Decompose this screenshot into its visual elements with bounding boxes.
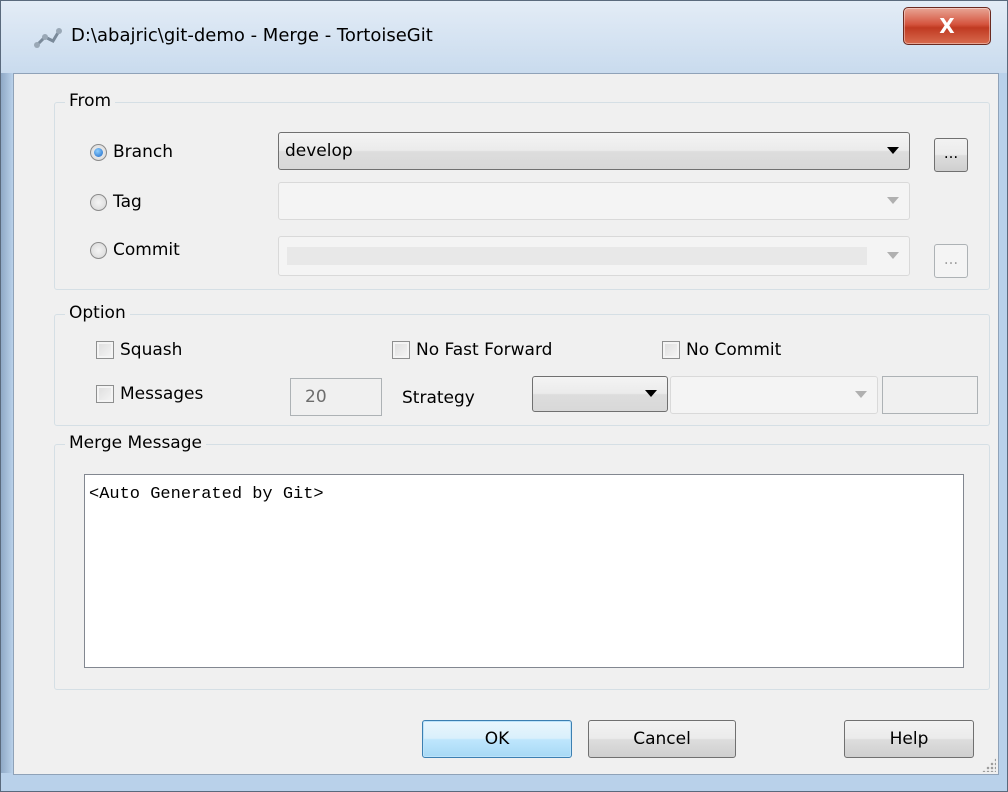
tag-combo[interactable] <box>278 182 910 220</box>
strategy-option-combo[interactable] <box>670 376 878 414</box>
chevron-down-icon <box>855 391 867 398</box>
commit-combo[interactable] <box>278 236 910 276</box>
strategy-label: Strategy <box>402 388 475 408</box>
cancel-button[interactable]: Cancel <box>588 720 736 758</box>
commit-browse-button[interactable]: ... <box>934 244 968 278</box>
branch-radio-dot[interactable] <box>90 143 107 161</box>
no-fast-forward-checkbox[interactable]: No Fast Forward <box>392 340 552 360</box>
commit-radio-label: Commit <box>113 240 180 260</box>
squash-checkbox-box[interactable] <box>96 341 114 359</box>
no-commit-checkbox-box[interactable] <box>662 341 680 359</box>
squash-label: Squash <box>120 340 183 360</box>
tortoisegit-merge-icon <box>34 28 62 48</box>
help-button[interactable]: Help <box>844 720 974 758</box>
messages-count-field[interactable]: 20 <box>290 378 382 416</box>
ok-button[interactable]: OK <box>422 720 572 758</box>
messages-count-value: 20 <box>305 387 327 407</box>
chevron-down-icon <box>887 197 899 204</box>
branch-combo-value: develop <box>285 141 353 161</box>
commit-combo-edit[interactable] <box>287 247 867 265</box>
tag-radio[interactable]: Tag <box>90 192 142 212</box>
strategy-param-field[interactable] <box>882 376 978 414</box>
no-commit-label: No Commit <box>686 340 782 360</box>
commit-radio[interactable]: Commit <box>90 240 180 260</box>
branch-browse-button[interactable]: ... <box>934 138 968 172</box>
squash-checkbox[interactable]: Squash <box>96 340 182 360</box>
no-fast-forward-label: No Fast Forward <box>416 340 553 360</box>
resize-grip-icon[interactable] <box>982 758 996 772</box>
browse-ellipsis-label: ... <box>943 144 959 162</box>
title-bar[interactable]: D:\abajric\git-demo - Merge - TortoiseGi… <box>1 1 1007 73</box>
branch-radio[interactable]: Branch <box>90 142 173 162</box>
commit-radio-dot[interactable] <box>90 241 107 259</box>
merge-dialog-window: D:\abajric\git-demo - Merge - TortoiseGi… <box>0 0 1008 792</box>
close-icon: X <box>939 14 955 38</box>
merge-message-textarea[interactable]: <Auto Generated by Git> <box>84 474 964 668</box>
chevron-down-icon <box>887 252 899 259</box>
chevron-down-icon <box>887 147 899 154</box>
messages-checkbox-box[interactable] <box>96 385 114 403</box>
messages-label: Messages <box>120 384 204 404</box>
messages-checkbox[interactable]: Messages <box>96 384 203 404</box>
branch-radio-label: Branch <box>113 142 173 162</box>
browse-ellipsis-label: ... <box>943 250 959 268</box>
merge-message-group-label: Merge Message <box>65 433 206 453</box>
window-title: D:\abajric\git-demo - Merge - TortoiseGi… <box>71 25 433 46</box>
from-group-label: From <box>65 91 116 111</box>
close-button[interactable]: X <box>903 7 991 45</box>
strategy-combo[interactable] <box>532 376 668 412</box>
no-commit-checkbox[interactable]: No Commit <box>662 340 781 360</box>
no-fast-forward-checkbox-box[interactable] <box>392 341 410 359</box>
tag-radio-dot[interactable] <box>90 193 107 211</box>
chevron-down-icon <box>645 390 657 397</box>
branch-combo[interactable]: develop <box>278 132 910 170</box>
window-left-edge <box>1 73 13 773</box>
option-group-label: Option <box>65 303 130 323</box>
dialog-client-area: From Branch develop ... Tag Commit ... O… <box>13 73 999 775</box>
tag-radio-label: Tag <box>113 192 142 212</box>
